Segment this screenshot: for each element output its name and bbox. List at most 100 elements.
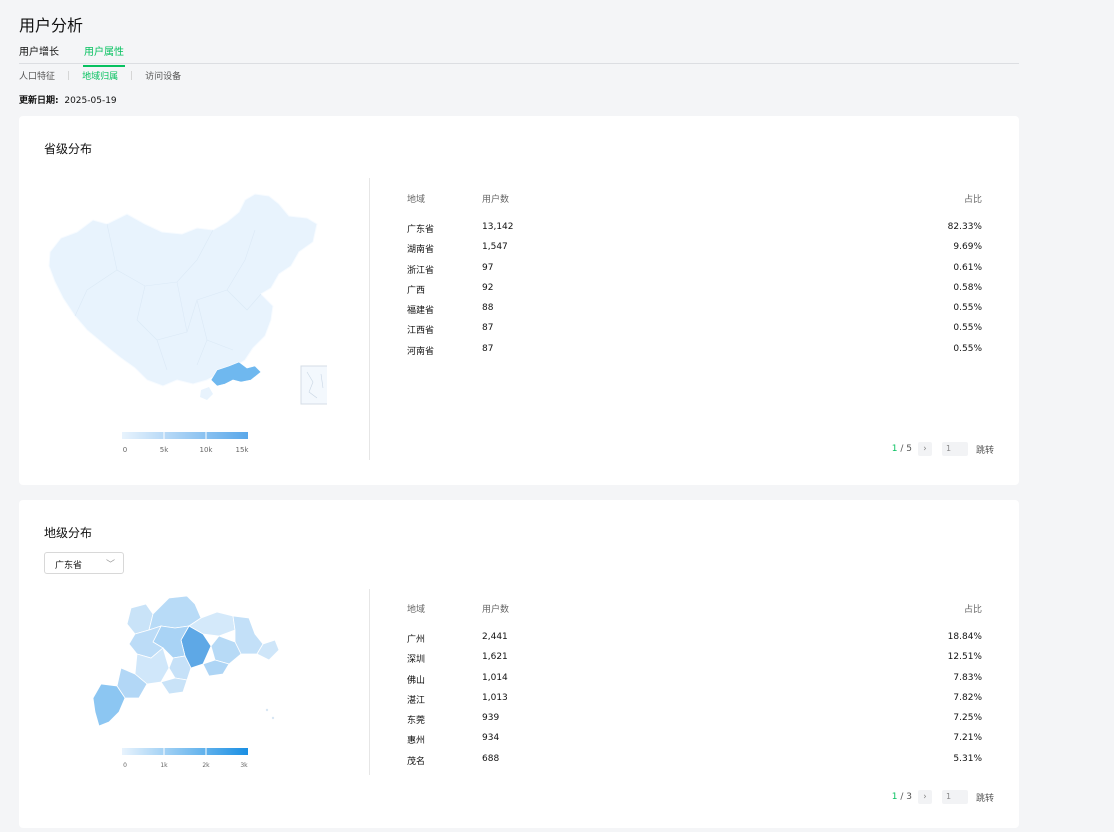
cell-ratio: 18.84%: [947, 632, 982, 642]
legend-tick: 2k: [202, 762, 210, 769]
cell-region: 深圳: [407, 655, 426, 666]
province-select-value: 广东省: [55, 561, 83, 571]
page-title: 用户分析: [19, 16, 84, 35]
cell-ratio: 9.69%: [953, 242, 982, 253]
table-row: 湖南省 1,547 9.69%: [407, 242, 982, 262]
cell-ratio: 0.55%: [953, 303, 982, 314]
cell-users: 939: [482, 713, 500, 724]
legend-ticks: 0 1k 2k 3k: [122, 762, 248, 772]
page-input[interactable]: 1: [941, 790, 968, 804]
province-card: 省级分布 0 5k 10k 15k 地域 用户数 占比 广东省 13,142 82.…: [19, 116, 1019, 485]
cell-users: 1,547: [482, 242, 508, 253]
tab-user-growth[interactable]: 用户增长: [19, 43, 59, 62]
subtab-divider: |: [130, 70, 134, 81]
vertical-divider: [369, 178, 370, 460]
cell-ratio: 7.82%: [953, 692, 982, 703]
table-row: 东莞 939 7.25%: [407, 713, 982, 733]
legend-tick: 0: [123, 762, 127, 769]
page-input[interactable]: 1: [941, 442, 968, 456]
header-ratio: 占比: [963, 195, 982, 205]
cell-users: 2,441: [482, 632, 508, 642]
cell-users: 97: [482, 262, 494, 273]
guangdong-map[interactable]: [91, 594, 281, 734]
city-pagination: 1 / 3 › 1 跳转: [892, 790, 994, 804]
cell-ratio: 0.55%: [953, 323, 982, 334]
island-marker: [271, 716, 275, 720]
jump-button[interactable]: 跳转: [976, 791, 994, 804]
cell-users: 87: [482, 343, 494, 354]
jump-button[interactable]: 跳转: [976, 443, 994, 456]
cell-region: 广州: [407, 635, 426, 645]
main-tabs: 用户增长 用户属性: [19, 43, 1019, 67]
province-legend: 0 5k 10k 15k: [122, 424, 248, 456]
cell-region: 湛江: [407, 695, 426, 706]
cell-users: 92: [482, 282, 494, 293]
cell-ratio: 5.31%: [953, 753, 982, 764]
header-users: 用户数: [482, 605, 510, 615]
cell-region: 东莞: [407, 716, 426, 727]
legend-gradient: [122, 432, 248, 439]
subtab-region[interactable]: 地域归属: [82, 69, 118, 82]
cell-region: 河南省: [407, 346, 435, 357]
legend-tick: 3k: [240, 762, 248, 769]
legend-tick: 0: [122, 446, 128, 454]
subtab-divider: |: [67, 70, 71, 81]
total-pages: / 3: [900, 792, 912, 802]
cell-ratio: 0.61%: [953, 262, 982, 273]
city-region[interactable]: [160, 677, 188, 695]
city-region-zhanjiang[interactable]: [92, 683, 126, 727]
header-region: 地域: [407, 605, 426, 615]
chevron-right-icon[interactable]: ›: [917, 442, 932, 456]
cell-region: 茂名: [407, 756, 426, 767]
city-legend: 0 1k 2k 3k: [122, 740, 248, 772]
vertical-divider: [369, 589, 370, 775]
cell-users: 13,142: [482, 222, 514, 232]
city-title: 地级分布: [44, 526, 93, 540]
legend-tick: 10k: [199, 446, 213, 454]
subtab-demographics[interactable]: 人口特征: [19, 69, 55, 82]
update-date-value: 2025-05-19: [64, 96, 117, 106]
cell-region: 湖南省: [407, 245, 435, 256]
table-row: 广西 92 0.58%: [407, 283, 982, 303]
cell-ratio: 7.21%: [953, 733, 982, 744]
table-row: 广东省 13,142 82.33%: [407, 222, 982, 242]
cell-users: 1,014: [482, 672, 508, 683]
tab-user-attributes[interactable]: 用户属性: [83, 43, 125, 67]
legend-tick: 5k: [159, 446, 169, 454]
province-title: 省级分布: [44, 142, 93, 156]
header-ratio: 占比: [963, 605, 982, 615]
cell-users: 87: [482, 323, 494, 334]
legend-gradient: [122, 748, 248, 755]
province-select[interactable]: 广东省 ﹀: [44, 552, 124, 574]
legend-tick: 15k: [235, 446, 249, 454]
china-map[interactable]: [47, 190, 327, 410]
cell-users: 688: [482, 753, 500, 764]
table-row: 广州 2,441 18.84%: [407, 632, 982, 652]
cell-region: 佛山: [407, 675, 426, 686]
cell-ratio: 0.58%: [953, 282, 982, 293]
table-row: 佛山 1,014 7.83%: [407, 673, 982, 693]
table-row: 深圳 1,621 12.51%: [407, 652, 982, 672]
table-row: 江西省 87 0.55%: [407, 323, 982, 343]
cell-region: 广西: [407, 285, 426, 296]
hainan-province[interactable]: [200, 387, 213, 400]
cell-users: 88: [482, 303, 494, 314]
table-row: 茂名 688 5.31%: [407, 754, 982, 774]
legend-tick: 1k: [160, 762, 168, 769]
subtab-devices[interactable]: 访问设备: [145, 69, 181, 82]
cell-ratio: 12.51%: [947, 652, 982, 663]
current-page: 1: [891, 444, 898, 454]
cell-ratio: 82.33%: [947, 222, 982, 232]
south-china-sea-inset: [300, 365, 327, 405]
cell-region: 福建省: [407, 306, 435, 317]
table-row: 河南省 87 0.55%: [407, 344, 982, 364]
city-card: 地级分布 广东省 ﹀ 0 1k 2k 3k 地域 用户数 占比 广州 2,441…: [19, 500, 1019, 828]
cell-region: 惠州: [407, 736, 426, 747]
cell-ratio: 7.83%: [953, 672, 982, 683]
china-mainland[interactable]: [48, 193, 318, 387]
table-header: 地域 用户数 占比: [407, 602, 982, 632]
chevron-right-icon[interactable]: ›: [917, 790, 932, 804]
update-date-label: 更新日期:: [19, 96, 59, 106]
current-page: 1: [891, 792, 898, 802]
chevron-down-icon: ﹀: [105, 560, 115, 570]
